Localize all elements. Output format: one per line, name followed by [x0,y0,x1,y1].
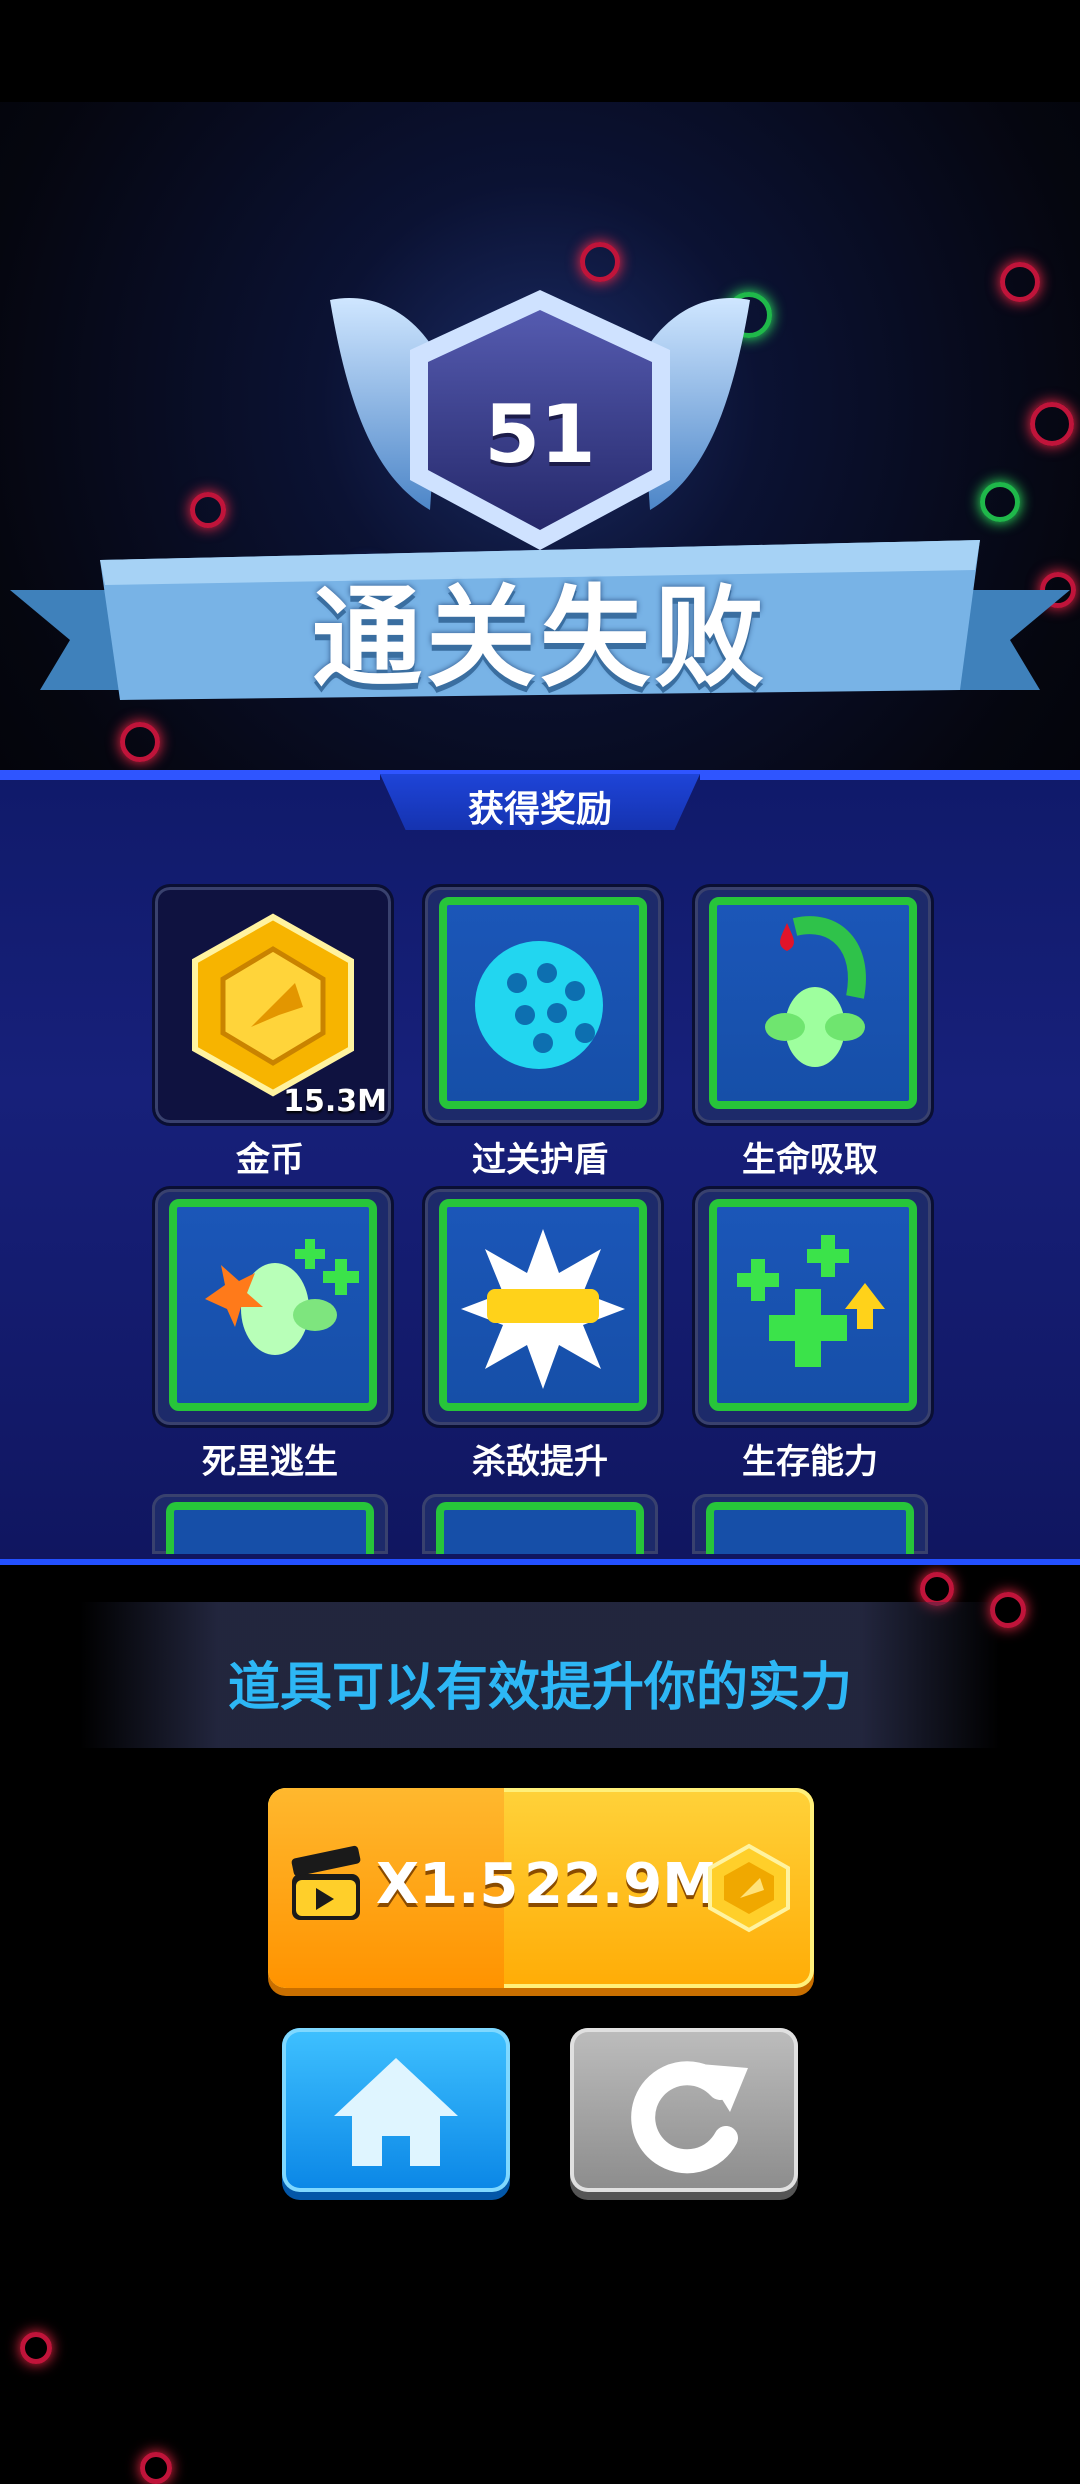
reward-kill-boost[interactable] [422,1186,664,1428]
retry-button[interactable] [570,2028,798,2192]
reward-life-steal[interactable] [692,884,934,1126]
rewards-panel: 获得奖励 15.3M 金币 过关护盾 生命吸取 死里逃生 杀敌提升 生存能力 [0,770,1080,1565]
life-steal-icon [765,916,866,1067]
reward-last-stand[interactable] [152,1186,394,1428]
reward-label-gold: 金币 [236,1140,304,1180]
reward-shield[interactable] [422,884,664,1126]
reward-label-life-steal: 生命吸取 [742,1140,878,1180]
reward-label-last-stand: 死里逃生 [202,1442,338,1482]
shield-dome-icon [475,941,603,1069]
survival-plus-icon [737,1235,885,1367]
gold-coin-icon [708,1843,790,1933]
watch-ad-reward-button[interactable]: X1.5 22.9M [268,1788,814,1988]
lucky-burst-icon [461,1229,625,1389]
tip-text: 道具可以有效提升你的实力 [227,1658,852,1718]
reward-survival[interactable] [692,1186,934,1428]
reward-item-partial[interactable] [692,1494,928,1554]
result-title: 通关失败 [312,574,768,702]
level-number: 51 [484,388,596,481]
reward-label-kill-boost: 杀敌提升 [472,1442,608,1482]
reward-label-shield: 过关护盾 [472,1140,608,1180]
gold-amount: 15.3M [283,1084,387,1119]
rewards-header: 获得奖励 [467,789,612,830]
ad-multiplier: X1.5 [376,1852,519,1917]
home-icon [334,2058,458,2166]
last-stand-icon [205,1239,359,1355]
ad-coin-amount: 22.9M [524,1852,718,1917]
video-clapper-icon [291,1845,361,1920]
retry-icon [631,2061,748,2174]
reward-item-partial[interactable] [422,1494,658,1554]
reward-gold[interactable]: 15.3M [152,884,394,1126]
reward-label-survival: 生存能力 [742,1442,878,1482]
reward-item-partial[interactable] [152,1494,388,1554]
home-button[interactable] [282,2028,510,2192]
